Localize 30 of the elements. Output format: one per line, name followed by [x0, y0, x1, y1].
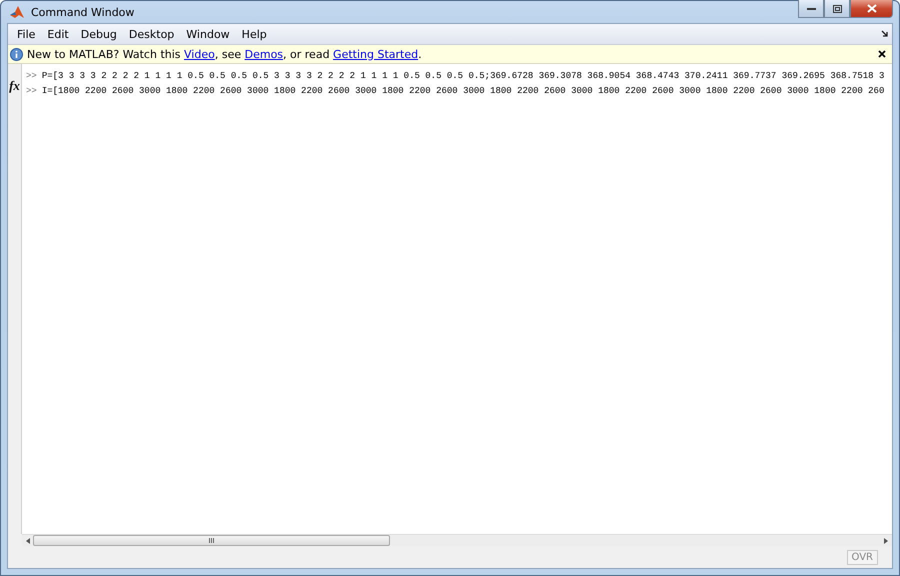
function-browser-button[interactable]: fx — [9, 79, 20, 92]
info-message: New to MATLAB? Watch this Video, see Demos, or read Getting Started. — [27, 48, 423, 60]
info-icon — [10, 48, 23, 60]
close-icon — [866, 4, 876, 13]
command-text: P=[3 3 3 3 2 2 2 2 1 1 1 1 0.5 0.5 0.5 0.5 3 3 3 3 2 2 2 2 1 1 1 1 0.5 0.5 0.5 0.5;369.6728 369.3078 368.9054 368.4743 370.2411 369.7737 369.2695 368.7518 3 — [42, 70, 884, 83]
menu-item[interactable]: File — [11, 28, 42, 40]
undock-arrow-icon[interactable] — [881, 30, 889, 38]
close-button[interactable] — [850, 0, 893, 18]
minimize-icon — [806, 6, 816, 10]
info-link[interactable]: Demos — [244, 48, 284, 60]
maximize-button[interactable] — [824, 0, 850, 18]
scroll-left-icon[interactable] — [26, 538, 31, 544]
minimize-button[interactable] — [798, 0, 824, 18]
close-icon[interactable] — [878, 50, 886, 58]
info-link[interactable]: Getting Started — [333, 48, 418, 60]
command-prompt: >> — [26, 70, 37, 83]
command-prompt: >> — [26, 85, 37, 98]
menu-item[interactable]: Edit — [41, 28, 75, 40]
menu-item[interactable]: Window — [180, 28, 236, 40]
restore-icon — [832, 4, 842, 12]
app-logo-icon — [9, 4, 25, 20]
window-title: Command Window — [31, 6, 136, 18]
scroll-right-icon[interactable] — [883, 538, 888, 544]
menu-item[interactable]: Debug — [74, 28, 123, 40]
info-link[interactable]: Video — [184, 48, 215, 60]
command-text: I=[1800 2200 2600 3000 1800 2200 2600 3000 1800 2200 2600 3000 1800 2200 2600 3000 1800 2200 2600 3000 1800 2200 2600 3000 1800 2200 2600 3000 1800 2200 260 — [42, 85, 884, 98]
menu-item[interactable]: Desktop — [122, 28, 180, 40]
menu-item[interactable]: Help — [236, 28, 273, 40]
scrollbar-thumb[interactable] — [33, 535, 390, 546]
overwrite-indicator: OVR — [846, 550, 878, 564]
